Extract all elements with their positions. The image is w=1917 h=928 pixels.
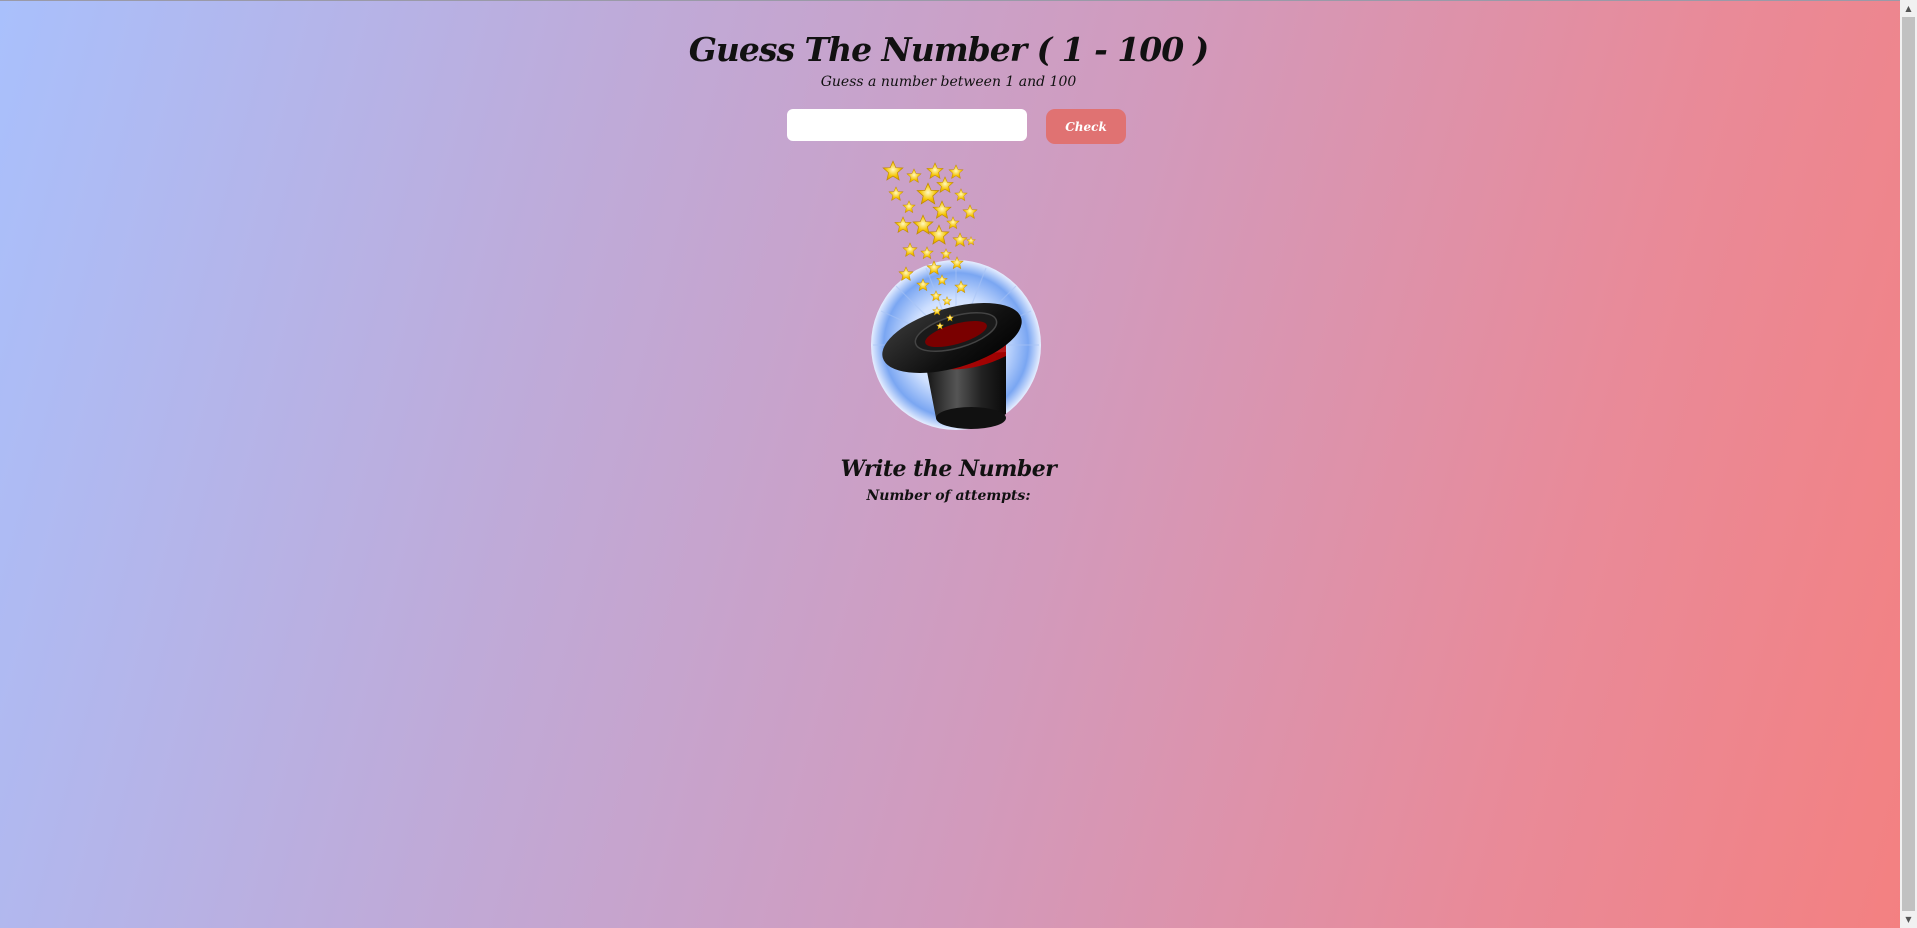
check-button[interactable]: Check xyxy=(1046,109,1126,144)
magic-hat-icon xyxy=(871,160,1041,430)
guess-input[interactable] xyxy=(787,109,1027,141)
vertical-scrollbar[interactable]: ▲ ▼ xyxy=(1900,0,1917,928)
scroll-down-arrow-icon[interactable]: ▼ xyxy=(1900,911,1917,928)
game-page: Guess The Number ( 1 - 100 ) Guess a num… xyxy=(0,0,1900,928)
scrollbar-thumb[interactable] xyxy=(1902,17,1915,911)
page-subtitle: Guess a number between 1 and 100 xyxy=(820,74,1077,90)
attempts-counter: Number of attempts: xyxy=(866,488,1031,504)
scroll-up-arrow-icon[interactable]: ▲ xyxy=(1900,0,1917,17)
page-title: Guess The Number ( 1 - 100 ) xyxy=(688,30,1210,69)
result-message: Write the Number xyxy=(840,456,1057,482)
